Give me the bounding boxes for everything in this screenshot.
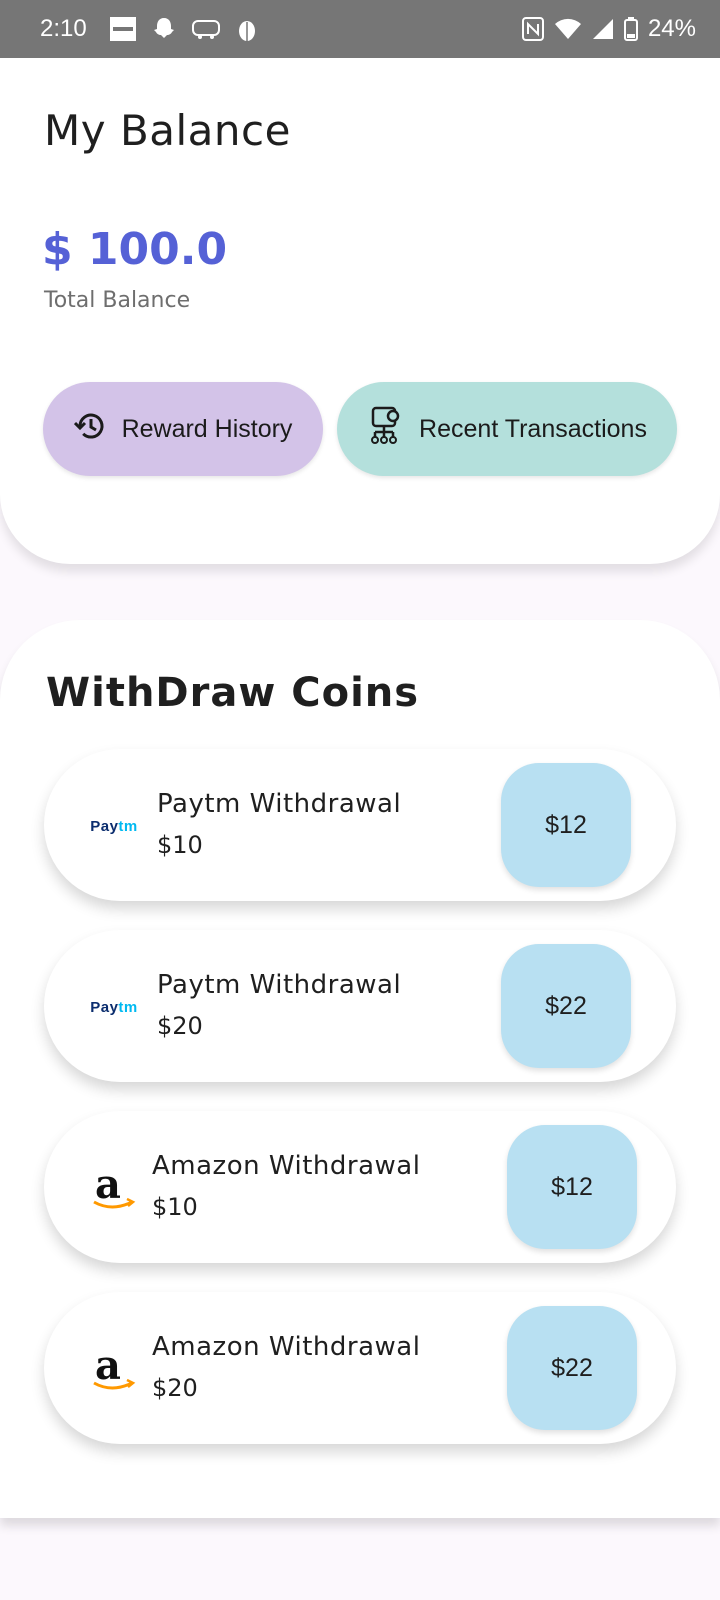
withdraw-item-amount: $10 xyxy=(157,831,203,859)
bug-notification-icon xyxy=(235,16,259,42)
page-title: My Balance xyxy=(44,106,291,155)
withdraw-item-amount: $20 xyxy=(152,1374,198,1402)
withdraw-item-name: Paytm Withdrawal xyxy=(157,970,402,1000)
paytm-logo: Paytm xyxy=(90,817,138,835)
signal-icon xyxy=(592,18,614,40)
system-icons: 24% xyxy=(521,15,696,43)
redbus-notification-icon xyxy=(191,17,221,41)
snapchat-notification-icon xyxy=(151,16,177,42)
battery-percent: 24% xyxy=(647,15,696,42)
withdraw-item-amount: $10 xyxy=(152,1193,198,1221)
withdraw-item-name: Paytm Withdrawal xyxy=(157,789,402,819)
recent-transactions-button[interactable]: Recent Transactions xyxy=(337,382,677,476)
withdraw-price-button[interactable]: $22 xyxy=(501,944,631,1068)
amazon-logo: a xyxy=(86,1164,142,1211)
withdraw-title: WithDraw Coins xyxy=(46,670,420,716)
withdraw-item-amount: $20 xyxy=(157,1012,203,1040)
withdraw-item: a Amazon Withdrawal $20 $22 xyxy=(44,1292,676,1444)
nfc-icon xyxy=(521,17,544,41)
withdraw-price-button[interactable]: $12 xyxy=(507,1125,637,1249)
svg-text:a: a xyxy=(95,1164,121,1208)
status-time: 2:10 xyxy=(40,15,87,42)
balance-label: Total Balance xyxy=(44,288,191,313)
notification-icons xyxy=(109,16,259,42)
paytm-logo: Paytm xyxy=(90,998,138,1016)
reward-history-label: Reward History xyxy=(121,414,293,443)
transactions-icon xyxy=(367,406,405,453)
history-icon xyxy=(73,409,108,450)
withdraw-item: Paytm Paytm Withdrawal $20 $22 xyxy=(44,930,676,1082)
reward-history-button[interactable]: Reward History xyxy=(43,382,323,476)
svg-text:a: a xyxy=(95,1345,121,1389)
withdraw-price-button[interactable]: $22 xyxy=(507,1306,637,1430)
zomato-notification-icon xyxy=(109,16,137,42)
withdraw-price-button[interactable]: $12 xyxy=(501,763,631,887)
withdraw-item: a Amazon Withdrawal $10 $12 xyxy=(44,1111,676,1263)
amazon-logo: a xyxy=(86,1345,142,1392)
status-bar: 2:10 24% xyxy=(0,0,720,58)
wifi-icon xyxy=(554,18,582,40)
balance-amount: $ 100.0 xyxy=(42,224,228,275)
withdraw-item-name: Amazon Withdrawal xyxy=(152,1332,421,1362)
withdraw-item-name: Amazon Withdrawal xyxy=(152,1151,421,1181)
recent-transactions-label: Recent Transactions xyxy=(419,414,647,443)
battery-icon xyxy=(623,17,638,41)
withdraw-item: Paytm Paytm Withdrawal $10 $12 xyxy=(44,749,676,901)
